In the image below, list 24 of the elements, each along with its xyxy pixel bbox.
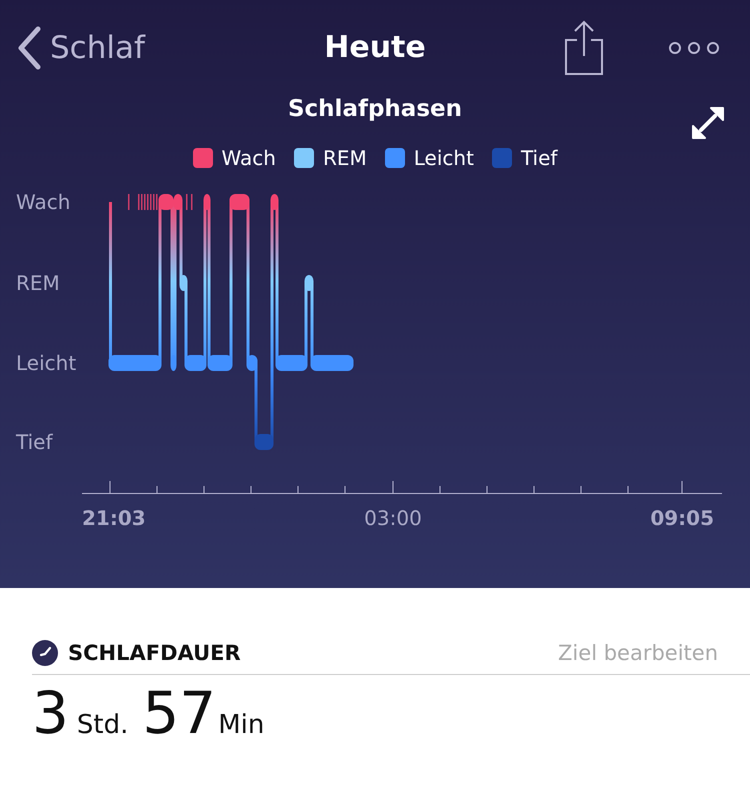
axis-label: Wach [16,190,70,214]
chart-title: Schlafphasen [288,96,462,124]
clock-icon [32,640,58,666]
screen-title: Heute [323,30,427,65]
expand-icon[interactable] [691,106,725,140]
legend-label: Tief [520,146,558,170]
more-icon[interactable] [668,41,720,55]
minutes-unit: Min [218,710,264,740]
minutes-value: 57 [142,679,216,747]
legend-label: Leicht [414,146,474,170]
legend-label: REM [322,146,367,170]
time-label: 09:05 [650,506,714,530]
axis-label: Leicht [16,351,76,375]
hours-value: 3 [32,679,69,747]
hours-unit: Std. [76,710,128,740]
axis-label: Tief [16,430,53,454]
time-label: 03:00 [364,506,422,530]
time-label: 21:03 [82,506,146,530]
chevron-left-icon [16,26,42,70]
section-title: SCHLAFDAUER [68,641,241,665]
axis-label: REM [16,271,60,295]
share-icon[interactable] [564,20,604,76]
back-button[interactable]: Schlaf [16,26,145,70]
legend-label: Wach [222,146,276,170]
